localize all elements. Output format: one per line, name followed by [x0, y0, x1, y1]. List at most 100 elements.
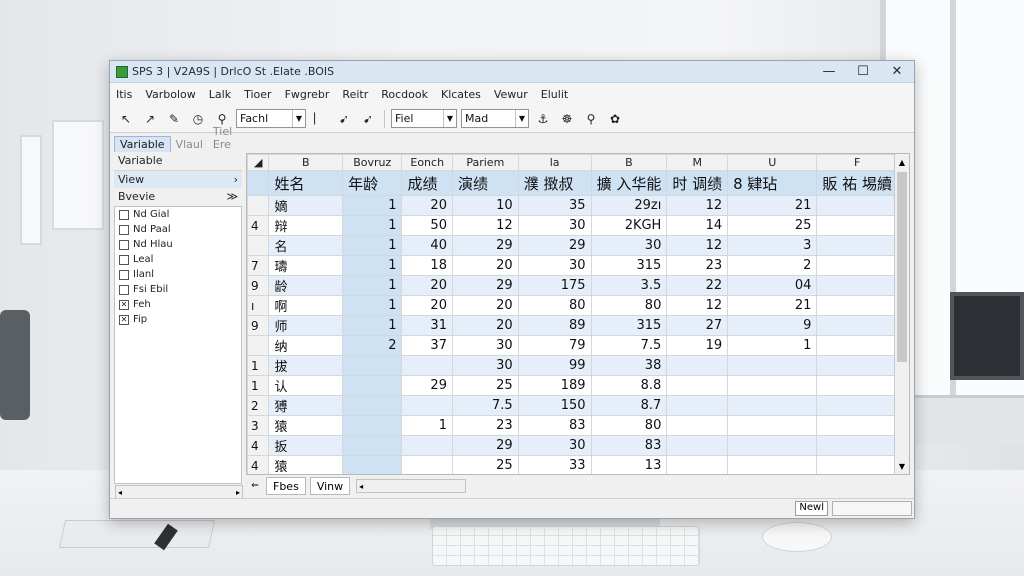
table-cell[interactable] — [816, 375, 898, 396]
edit-icon[interactable]: ✎ — [164, 109, 184, 129]
table-cell[interactable]: 1 — [727, 335, 818, 356]
row-number[interactable]: 4 — [247, 435, 270, 456]
row-number[interactable]: 1 — [247, 355, 270, 376]
table-cell[interactable]: 83 — [517, 415, 592, 436]
table-cell[interactable]: 89 — [517, 315, 592, 336]
table-cell[interactable]: 315 — [590, 255, 668, 276]
table-cell[interactable]: 29 — [517, 235, 592, 256]
table-cell[interactable]: 3.5 — [590, 275, 668, 296]
table-cell[interactable] — [666, 415, 729, 436]
search-icon[interactable]: ⚲ — [581, 109, 601, 129]
list-item[interactable]: Fsi Ebil — [115, 282, 241, 297]
row-number[interactable]: 2 — [247, 395, 270, 416]
table-cell[interactable]: 12 — [666, 195, 729, 216]
table-cell[interactable] — [666, 435, 729, 456]
table-cell[interactable]: 13 — [590, 455, 668, 474]
row-number[interactable] — [247, 195, 270, 216]
list-item[interactable]: Nd Paal — [115, 222, 241, 237]
table-cell[interactable]: 販 祐 埸續 — [816, 170, 898, 196]
table-cell[interactable]: 8.8 — [590, 375, 668, 396]
table-cell[interactable] — [727, 415, 818, 436]
table-cell[interactable]: 189 — [517, 375, 592, 396]
table-cell[interactable]: 23 — [451, 415, 519, 436]
redo-icon[interactable]: ↗ — [140, 109, 160, 129]
table-cell[interactable] — [342, 375, 403, 396]
table-cell[interactable] — [816, 195, 898, 216]
table-cell[interactable]: 33 — [517, 455, 592, 474]
checkbox[interactable] — [119, 239, 129, 250]
column-header[interactable]: la — [517, 154, 592, 171]
list-item[interactable]: Nd Hlau — [115, 237, 241, 252]
grid-vscrollbar[interactable]: ▲ ▼ — [894, 154, 909, 474]
table-cell[interactable] — [666, 375, 729, 396]
table-cell[interactable]: 29 — [451, 435, 519, 456]
table-cell[interactable]: 名 — [268, 235, 344, 256]
sheet-nav-icon[interactable]: ⇐ — [248, 479, 262, 493]
table-cell[interactable]: 315 — [590, 315, 668, 336]
row-number[interactable] — [247, 235, 270, 256]
table-cell[interactable] — [342, 355, 403, 376]
table-cell[interactable]: 30 — [517, 215, 592, 236]
table-cell[interactable]: 29zı — [590, 195, 668, 216]
table-cell[interactable]: 20 — [451, 295, 519, 316]
list-item[interactable]: Nd Gial — [115, 207, 241, 222]
table-cell[interactable]: 擴 入华能 — [590, 170, 668, 196]
close-button[interactable]: ✕ — [880, 61, 914, 82]
menu-item[interactable]: Lalk — [209, 88, 231, 101]
row-number[interactable]: 3 — [247, 415, 270, 436]
table-cell[interactable]: 80 — [517, 295, 592, 316]
table-cell[interactable]: 80 — [590, 295, 668, 316]
table-cell[interactable]: 30 — [451, 355, 519, 376]
table-cell[interactable]: 成绩 — [401, 170, 453, 196]
anchor-icon[interactable]: ⚓ — [533, 109, 553, 129]
table-cell[interactable]: 8.7 — [590, 395, 668, 416]
table-cell[interactable]: 21 — [727, 195, 818, 216]
table-cell[interactable] — [816, 235, 898, 256]
menu-item[interactable]: Itis — [116, 88, 132, 101]
table-cell[interactable]: 3 — [727, 235, 818, 256]
table-cell[interactable]: 拔 — [268, 355, 344, 376]
checkbox[interactable] — [119, 224, 129, 235]
list-item[interactable]: Ilanl — [115, 267, 241, 282]
table-cell[interactable]: 50 — [401, 215, 453, 236]
table-cell[interactable] — [727, 395, 818, 416]
table-cell[interactable]: 1 — [342, 275, 403, 296]
table-cell[interactable] — [727, 455, 818, 474]
menu-item[interactable]: Tioer — [244, 88, 271, 101]
minimize-button[interactable]: — — [812, 61, 846, 82]
table-cell[interactable]: 79 — [517, 335, 592, 356]
table-cell[interactable] — [816, 395, 898, 416]
table-cell[interactable]: 嫡 — [268, 195, 344, 216]
table-cell[interactable]: 姓名 — [268, 170, 344, 196]
table-cell[interactable]: 1 — [342, 315, 403, 336]
table-cell[interactable]: 25 — [727, 215, 818, 236]
table-cell[interactable] — [342, 435, 403, 456]
list-item[interactable]: Leal — [115, 252, 241, 267]
table-cell[interactable]: 1 — [342, 295, 403, 316]
table-cell[interactable]: 20 — [401, 195, 453, 216]
table-cell[interactable] — [816, 215, 898, 236]
table-cell[interactable] — [816, 275, 898, 296]
table-cell[interactable]: 10 — [451, 195, 519, 216]
table-cell[interactable] — [816, 335, 898, 356]
table-cell[interactable]: 30 — [517, 255, 592, 276]
table-cell[interactable]: 29 — [451, 275, 519, 296]
undo-icon[interactable]: ↖ — [116, 109, 136, 129]
table-cell[interactable]: 20 — [401, 275, 453, 296]
table-cell[interactable] — [401, 355, 453, 376]
table-cell[interactable]: 濮 㨖叔 — [517, 170, 592, 196]
table-cell[interactable]: 扳 — [268, 435, 344, 456]
table-cell[interactable] — [816, 455, 898, 474]
table-cell[interactable] — [727, 435, 818, 456]
tab-view[interactable]: Vinw — [309, 477, 351, 495]
table-cell[interactable] — [816, 435, 898, 456]
table-cell[interactable]: 年龄 — [342, 170, 403, 196]
table-cell[interactable]: 时 调绩 — [666, 170, 729, 196]
select-all-corner[interactable]: ◢ — [247, 154, 270, 171]
mode-select[interactable]: Mad ▼ — [461, 109, 529, 128]
menu-item[interactable]: Reitr — [342, 88, 368, 101]
list-item[interactable]: ✕ Feh — [115, 297, 241, 312]
table-cell[interactable]: 12 — [666, 295, 729, 316]
column-header[interactable]: B — [268, 154, 344, 171]
table-cell[interactable]: 演绩 — [451, 170, 519, 196]
